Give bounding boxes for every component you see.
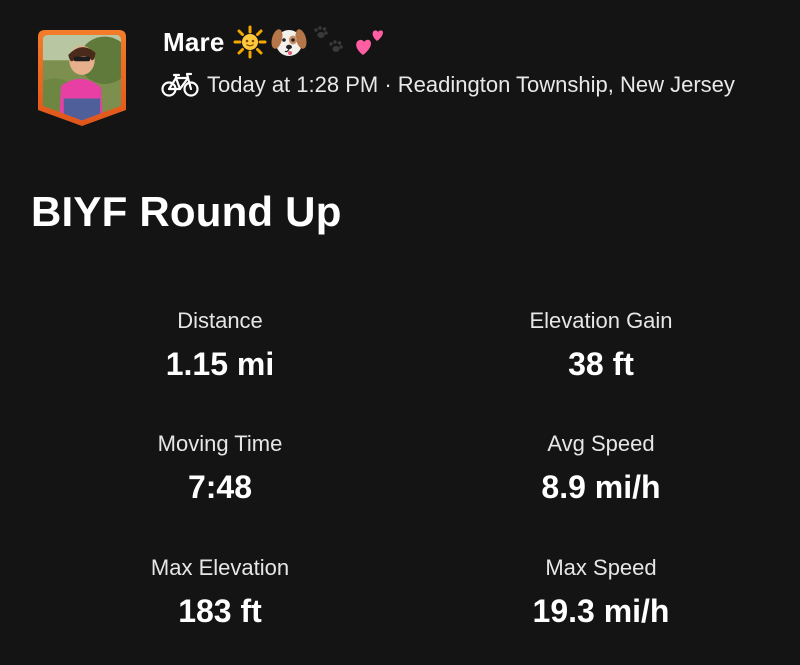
stat-label: Elevation Gain xyxy=(529,308,673,333)
stat-value: 183 ft xyxy=(178,593,262,629)
stat-max-elevation: Max Elevation 183 ft xyxy=(50,555,390,629)
activity-title[interactable]: BIYF Round Up xyxy=(31,188,342,236)
activity-header: Mare Today at 1:28 PM · Readington Towns… xyxy=(0,0,800,130)
stat-max-speed: Max Speed 19.3 mi/h xyxy=(431,555,771,629)
stat-label: Max Speed xyxy=(545,555,657,580)
stat-label: Moving Time xyxy=(157,431,283,456)
athlete-avatar[interactable] xyxy=(37,29,127,127)
stat-elevation-gain: Elevation Gain 38 ft xyxy=(431,308,771,382)
activity-meta-row: Today at 1:28 PM · Readington Township, … xyxy=(161,68,735,102)
athlete-name[interactable]: Mare xyxy=(163,27,225,58)
bike-icon xyxy=(161,72,199,97)
avatar-photo-icon xyxy=(38,30,126,126)
stat-distance: Distance 1.15 mi xyxy=(50,308,390,382)
sun-icon xyxy=(233,25,266,59)
dog-face-icon xyxy=(271,29,306,56)
stat-avg-speed: Avg Speed 8.9 mi/h xyxy=(431,431,771,505)
stat-value: 38 ft xyxy=(568,346,634,382)
two-hearts-icon xyxy=(355,30,383,55)
meta-separator: · xyxy=(378,72,398,97)
activity-location: Readington Township, New Jersey xyxy=(397,72,735,97)
stat-value: 8.9 mi/h xyxy=(541,469,661,505)
stat-label: Distance xyxy=(177,308,263,333)
stat-label: Avg Speed xyxy=(547,431,655,456)
stat-moving-time: Moving Time 7:48 xyxy=(50,431,390,505)
activity-timestamp: Today at 1:28 PM xyxy=(207,72,379,97)
paw-prints-icon xyxy=(313,26,343,52)
stat-value: 1.15 mi xyxy=(165,346,275,382)
stat-label: Max Elevation xyxy=(150,555,290,580)
name-emojis xyxy=(233,25,387,59)
stat-value: 7:48 xyxy=(187,469,253,505)
stat-value: 19.3 mi/h xyxy=(532,593,670,629)
athlete-name-row: Mare xyxy=(163,22,387,62)
